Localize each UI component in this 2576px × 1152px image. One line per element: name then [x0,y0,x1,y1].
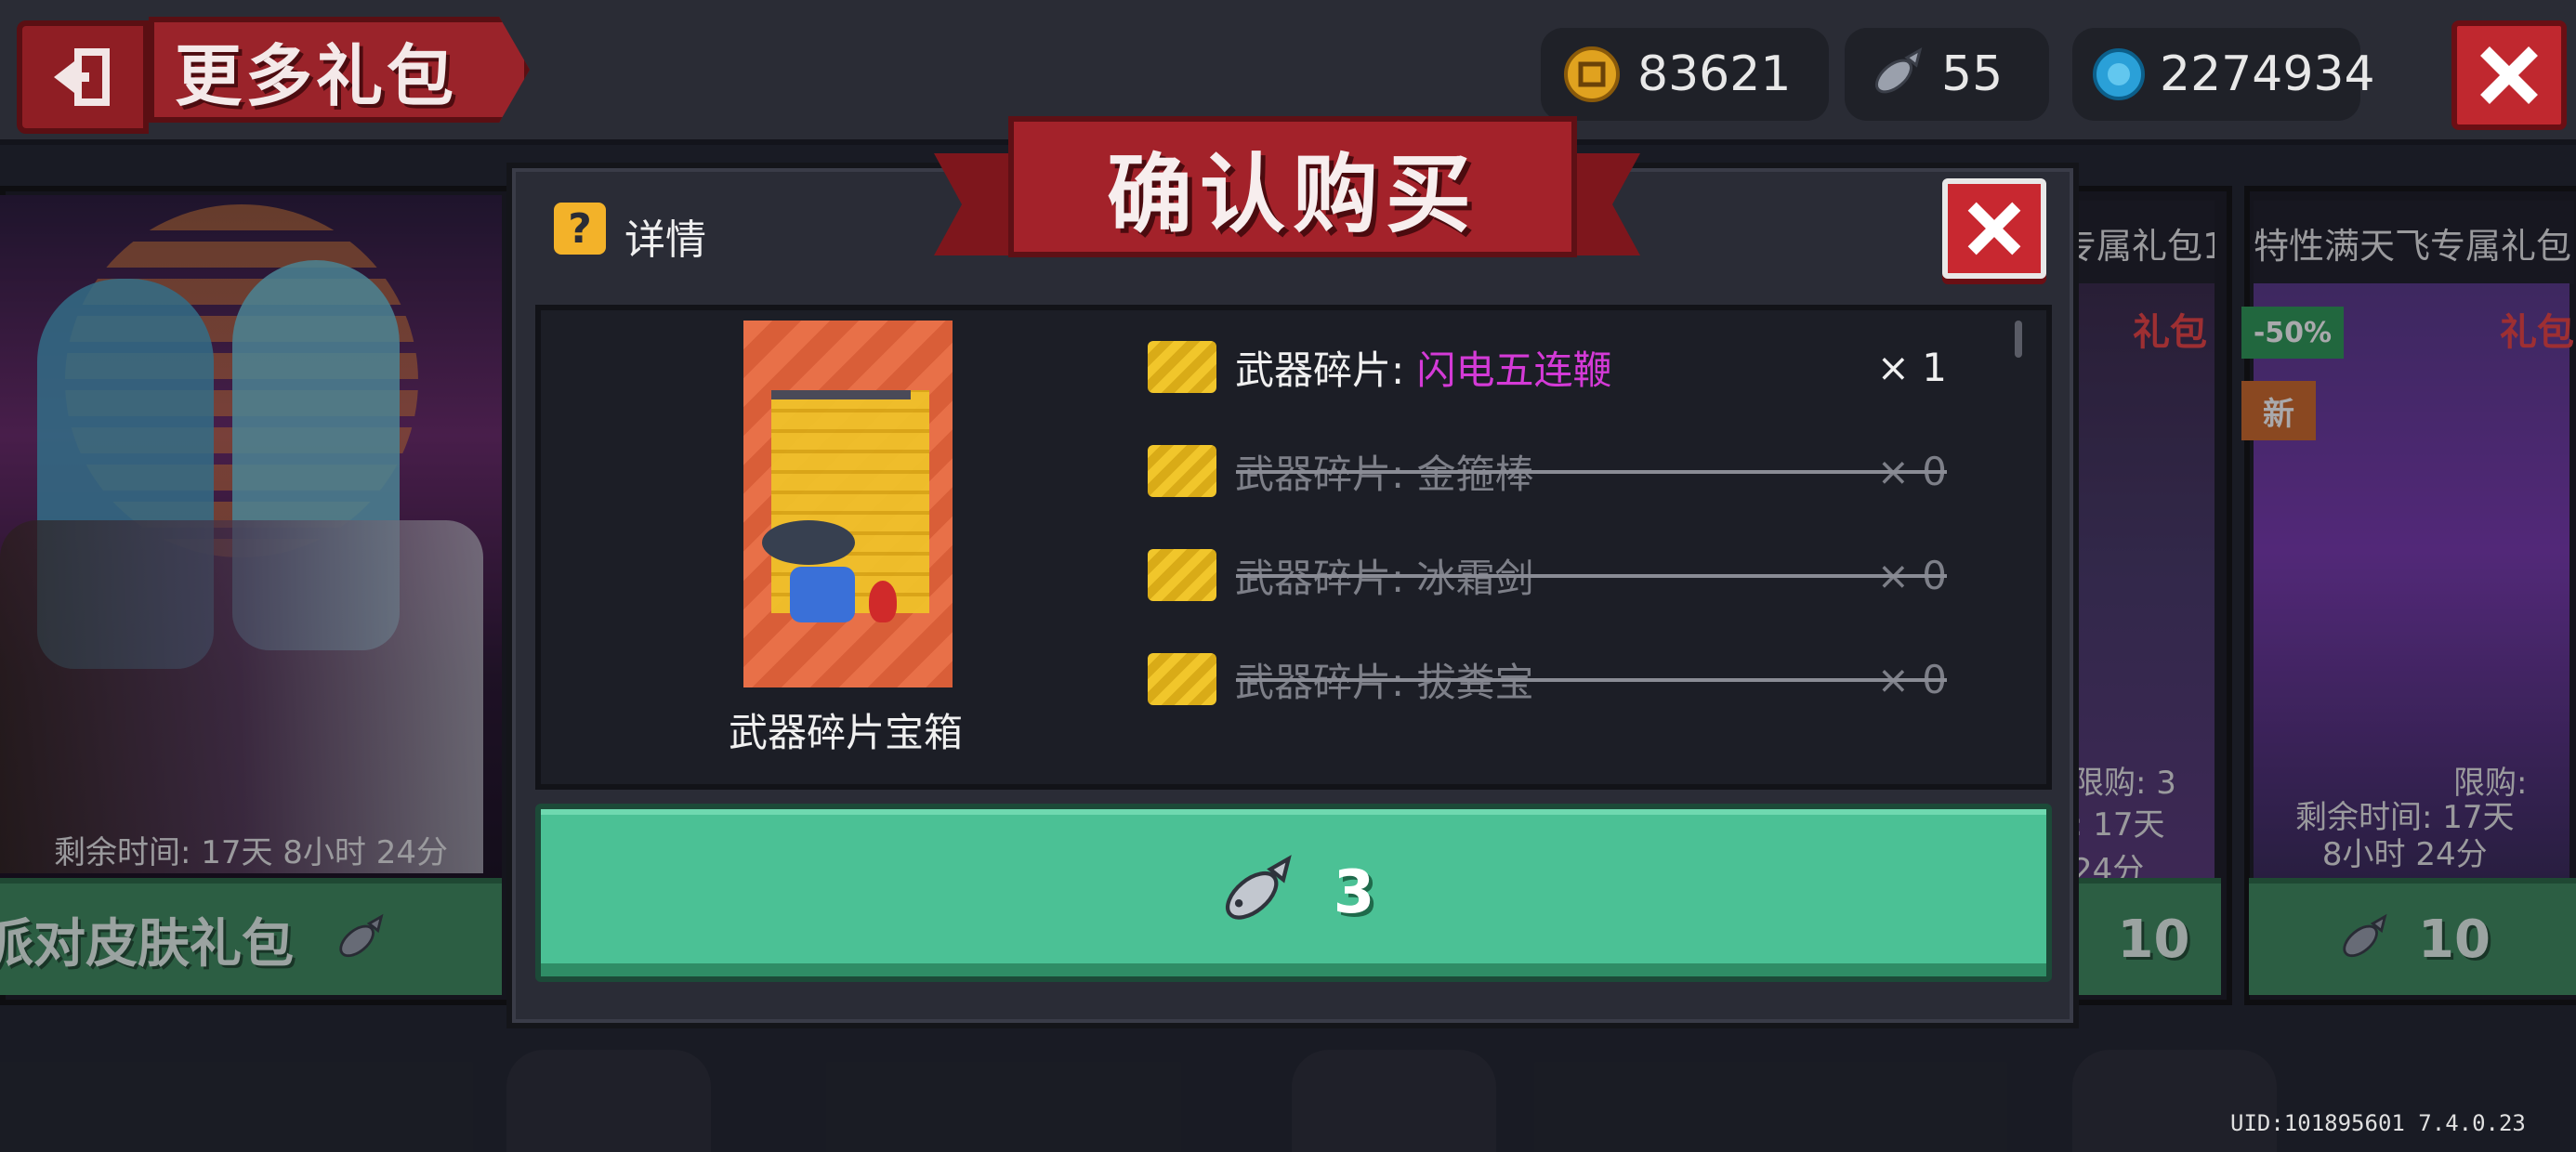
detail-label[interactable]: 详情 [624,206,706,266]
gem-counter: 2274934 [2072,28,2375,121]
chest-name: 武器碎片宝箱 [728,710,963,755]
back-icon [54,48,110,106]
weapon-fragment-icon [1148,445,1216,497]
item-name: 冰霜剑 [1416,555,1534,601]
strikethrough [1236,574,1947,578]
fish-amount: 55 [1941,46,2004,102]
weapon-fragment-icon [1148,341,1216,393]
modal-close-button[interactable] [1942,178,2046,279]
gem-amount: 2274934 [2160,46,2375,102]
confirm-purchase-button[interactable]: 3 [535,804,2052,982]
chest-image-crystal [790,567,855,622]
coin-icon [1559,42,1624,107]
question-icon[interactable]: ? [554,203,606,255]
chest-image-weapon [771,390,911,399]
list-item: 武器碎片: 闪电五连鞭 × 1 [1148,334,1947,399]
fish-icon [1863,42,1928,107]
modal-title: 确认购买 [1008,116,1577,257]
item-prefix: 武器碎片: [1235,451,1417,497]
weapon-fragment-icon [1148,549,1216,601]
page-title: 更多礼包 [149,17,530,123]
back-button[interactable] [17,20,149,134]
fish-counter: 55 [1845,28,2049,121]
close-icon [1967,202,2021,255]
list-item: 武器碎片: 金箍棒 × 0 [1148,439,1947,504]
gem-icon [2091,42,2147,107]
item-prefix: 武器碎片: [1235,659,1417,705]
chest-image-fish [762,520,855,565]
item-quantity: × 1 [1876,344,1947,390]
strikethrough [1236,678,1947,682]
list-item: 武器碎片: 拔粪宝 × 0 [1148,647,1947,712]
item-name: 拔粪宝 [1416,659,1534,705]
close-button[interactable] [2451,20,2567,130]
fish-icon [1213,851,1296,935]
modal-title-ribbon: 确认购买 [934,107,1640,265]
weapon-fragment-icon [1148,653,1216,705]
uid-version: UID:101895601 7.4.0.23 [2230,1110,2526,1136]
purchase-price: 3 [1333,858,1375,927]
item-prefix: 武器碎片: [1235,347,1417,393]
coin-amount: 83621 [1637,46,1792,102]
item-name: 金箍棒 [1416,451,1534,497]
item-prefix: 武器碎片: [1235,555,1417,601]
strikethrough [1236,470,1947,474]
list-item: 武器碎片: 冰霜剑 × 0 [1148,543,1947,608]
close-icon [2480,46,2538,104]
item-name: 闪电五连鞭 [1416,347,1612,393]
chest-image-gourd [869,581,897,622]
list-scrollbar[interactable] [2015,321,2022,358]
